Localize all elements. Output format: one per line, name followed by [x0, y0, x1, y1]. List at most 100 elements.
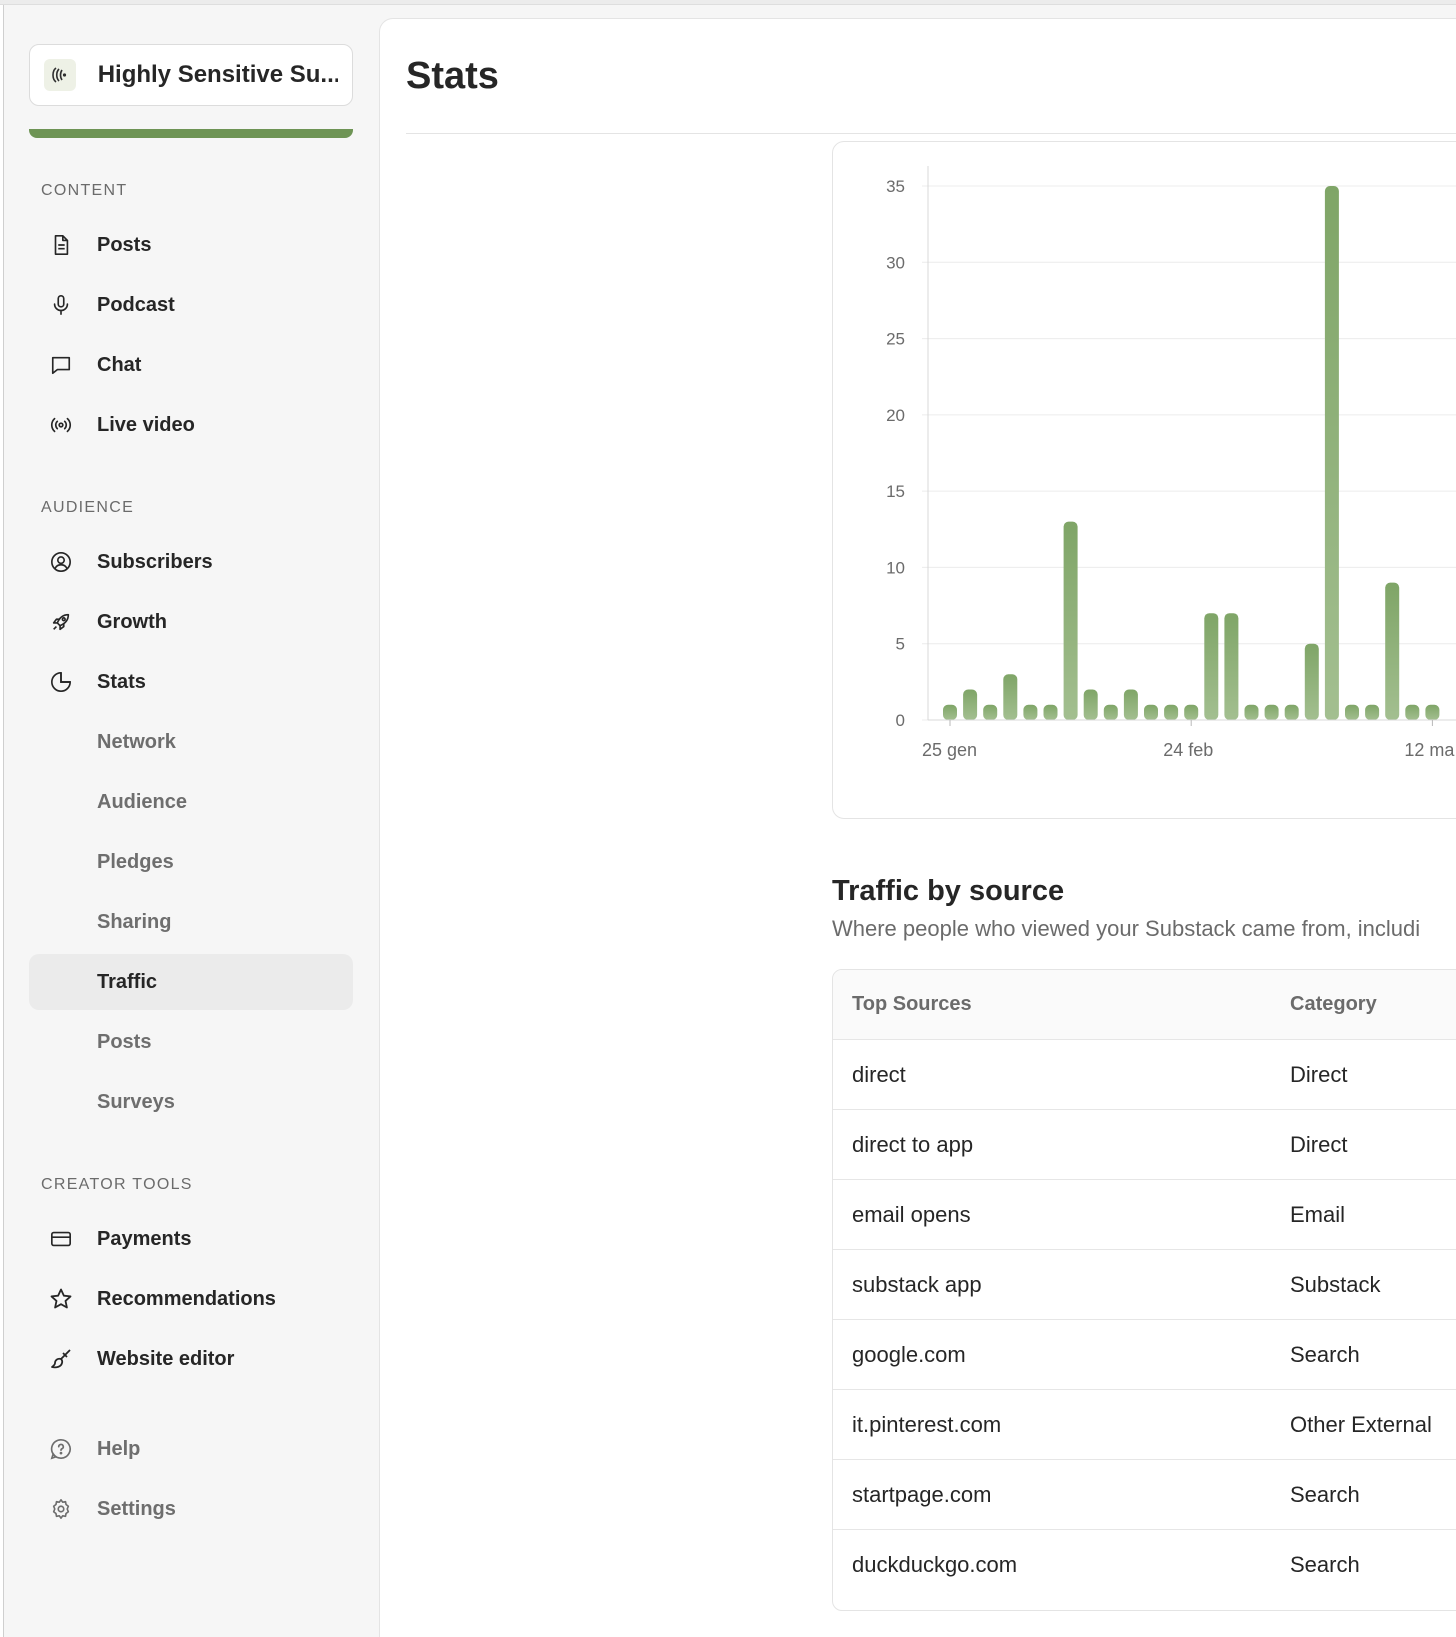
chart-bar	[1144, 704, 1158, 720]
publication-name: Highly Sensitive Su...	[97, 61, 338, 88]
chart-bar	[1244, 704, 1259, 720]
table-row[interactable]: duckduckgo.com Search	[833, 1530, 1456, 1600]
column-header-category[interactable]: Category	[1290, 993, 1377, 1016]
table-row[interactable]: email opens Email	[833, 1180, 1456, 1250]
nav-label: Network	[97, 730, 176, 753]
nav-label: Podcast	[97, 293, 175, 316]
traffic-section-description: Where people who viewed your Substack ca…	[832, 916, 1421, 941]
broadcast-icon	[49, 413, 73, 437]
nav-stats-traffic[interactable]: Traffic	[29, 954, 353, 1010]
table-row[interactable]: direct Direct	[833, 1040, 1456, 1110]
chart-bar	[1043, 704, 1058, 720]
section-label-creator-tools: CREATOR TOOLS	[41, 1176, 193, 1193]
source-cell: duckduckgo.com	[852, 1552, 1018, 1577]
microphone-icon	[49, 293, 73, 317]
nav-stats-pledges[interactable]: Pledges	[29, 834, 353, 890]
nav-label: Traffic	[97, 970, 158, 993]
sidebar: Highly Sensitive Su... CONTENT Posts Pod…	[4, 5, 379, 1637]
chart-bar	[943, 704, 957, 720]
y-tick-label: 10	[886, 558, 905, 577]
x-tick-label: 25 gen	[922, 740, 977, 760]
nav-growth[interactable]: Growth	[29, 594, 353, 650]
section-label-content: CONTENT	[41, 182, 128, 199]
category-cell: Search	[1290, 1552, 1360, 1577]
traffic-bar-chart: 0 5 10 15 20 25 30 35 25 gen 24 feb 12 ma	[886, 166, 1456, 760]
nav-label: Help	[97, 1437, 141, 1460]
publication-logo-icon	[44, 59, 76, 91]
chart-bar	[1123, 689, 1138, 720]
table-row[interactable]: direct to app Direct	[833, 1110, 1456, 1180]
nav-stats-posts[interactable]: Posts	[29, 1014, 353, 1070]
nav-recommendations[interactable]: Recommendations	[29, 1271, 353, 1327]
paintbrush-icon	[49, 1347, 73, 1371]
nav-settings[interactable]: Settings	[29, 1481, 353, 1537]
nav-website-editor[interactable]: Website editor	[29, 1331, 353, 1387]
nav-label: Sharing	[97, 910, 172, 933]
nav-live-video[interactable]: Live video	[29, 397, 353, 453]
nav-label: Audience	[97, 790, 188, 813]
nav-label: Website editor	[97, 1347, 235, 1370]
chart-bar	[1405, 704, 1420, 720]
nav-stats-network[interactable]: Network	[29, 714, 353, 770]
chart-bar	[1385, 582, 1400, 720]
chart-bar	[1224, 613, 1239, 720]
title-divider	[406, 133, 1456, 134]
chart-bar	[1304, 643, 1319, 720]
chart-bar	[1184, 704, 1199, 720]
table-row[interactable]: it.pinterest.com Other External	[833, 1390, 1456, 1460]
nav-stats[interactable]: Stats	[29, 654, 353, 710]
y-tick-label: 20	[886, 406, 905, 425]
category-cell: Direct	[1290, 1061, 1348, 1087]
nav-chat[interactable]: Chat	[29, 337, 353, 393]
nav-label: Posts	[97, 233, 152, 256]
x-tick-label: 12 ma	[1404, 740, 1455, 760]
category-cell: Search	[1290, 1341, 1360, 1367]
table-header-row: Top Sources Category	[833, 970, 1456, 1040]
source-cell: substack app	[852, 1271, 982, 1297]
chart-bar	[983, 704, 998, 720]
user-circle-icon	[49, 550, 73, 574]
gear-icon	[49, 1497, 73, 1521]
nav-stats-surveys[interactable]: Surveys	[29, 1074, 353, 1130]
nav-stats-audience[interactable]: Audience	[29, 774, 353, 830]
nav-label: Live video	[97, 413, 195, 436]
traffic-source-table: Top Sources Category direct Direct direc…	[832, 969, 1456, 1611]
credit-card-icon	[49, 1227, 73, 1251]
nav-subscribers[interactable]: Subscribers	[29, 534, 353, 590]
nav-label: Stats	[97, 670, 146, 693]
x-tick-label: 24 feb	[1163, 740, 1213, 760]
chart-bar	[963, 689, 978, 720]
chart-bar	[1204, 613, 1219, 720]
document-icon	[49, 233, 73, 257]
column-header-top-sources[interactable]: Top Sources	[852, 993, 972, 1016]
traffic-chart-card: 0 5 10 15 20 25 30 35 25 gen 24 feb 12 ma	[832, 141, 1456, 819]
chat-bubble-icon	[49, 353, 73, 377]
source-cell: direct to app	[852, 1131, 974, 1157]
main-panel: Stats 0 5 10 15 20 25 30 35 25 gen 24 feb 12 ma Tr…	[379, 18, 1456, 1637]
nav-label: Chat	[97, 353, 142, 376]
nav-label: Surveys	[97, 1090, 175, 1113]
section-label-audience: AUDIENCE	[41, 499, 135, 516]
nav-payments[interactable]: Payments	[29, 1211, 353, 1267]
nav-label: Subscribers	[97, 550, 213, 573]
traffic-section-heading: Traffic by source	[832, 875, 1065, 907]
source-cell: google.com	[852, 1341, 966, 1367]
nav-label: Settings	[97, 1497, 176, 1520]
source-cell: email opens	[852, 1201, 971, 1227]
nav-stats-sharing[interactable]: Sharing	[29, 894, 353, 950]
category-cell: Substack	[1290, 1271, 1381, 1297]
page-title: Stats	[406, 55, 499, 97]
nav-podcast[interactable]: Podcast	[29, 277, 353, 333]
category-cell: Search	[1290, 1481, 1360, 1507]
chart-bar	[1345, 704, 1359, 720]
help-bubble-icon	[49, 1437, 73, 1461]
nav-posts[interactable]: Posts	[29, 217, 353, 273]
nav-help[interactable]: Help	[29, 1421, 353, 1477]
chart-bar	[1164, 704, 1179, 720]
table-row[interactable]: substack app Substack	[833, 1250, 1456, 1320]
chart-bar	[1063, 521, 1078, 720]
table-row[interactable]: startpage.com Search	[833, 1460, 1456, 1530]
publication-switcher[interactable]: Highly Sensitive Su...	[29, 44, 353, 106]
table-row[interactable]: google.com Search	[833, 1320, 1456, 1390]
source-cell: it.pinterest.com	[852, 1411, 1002, 1437]
